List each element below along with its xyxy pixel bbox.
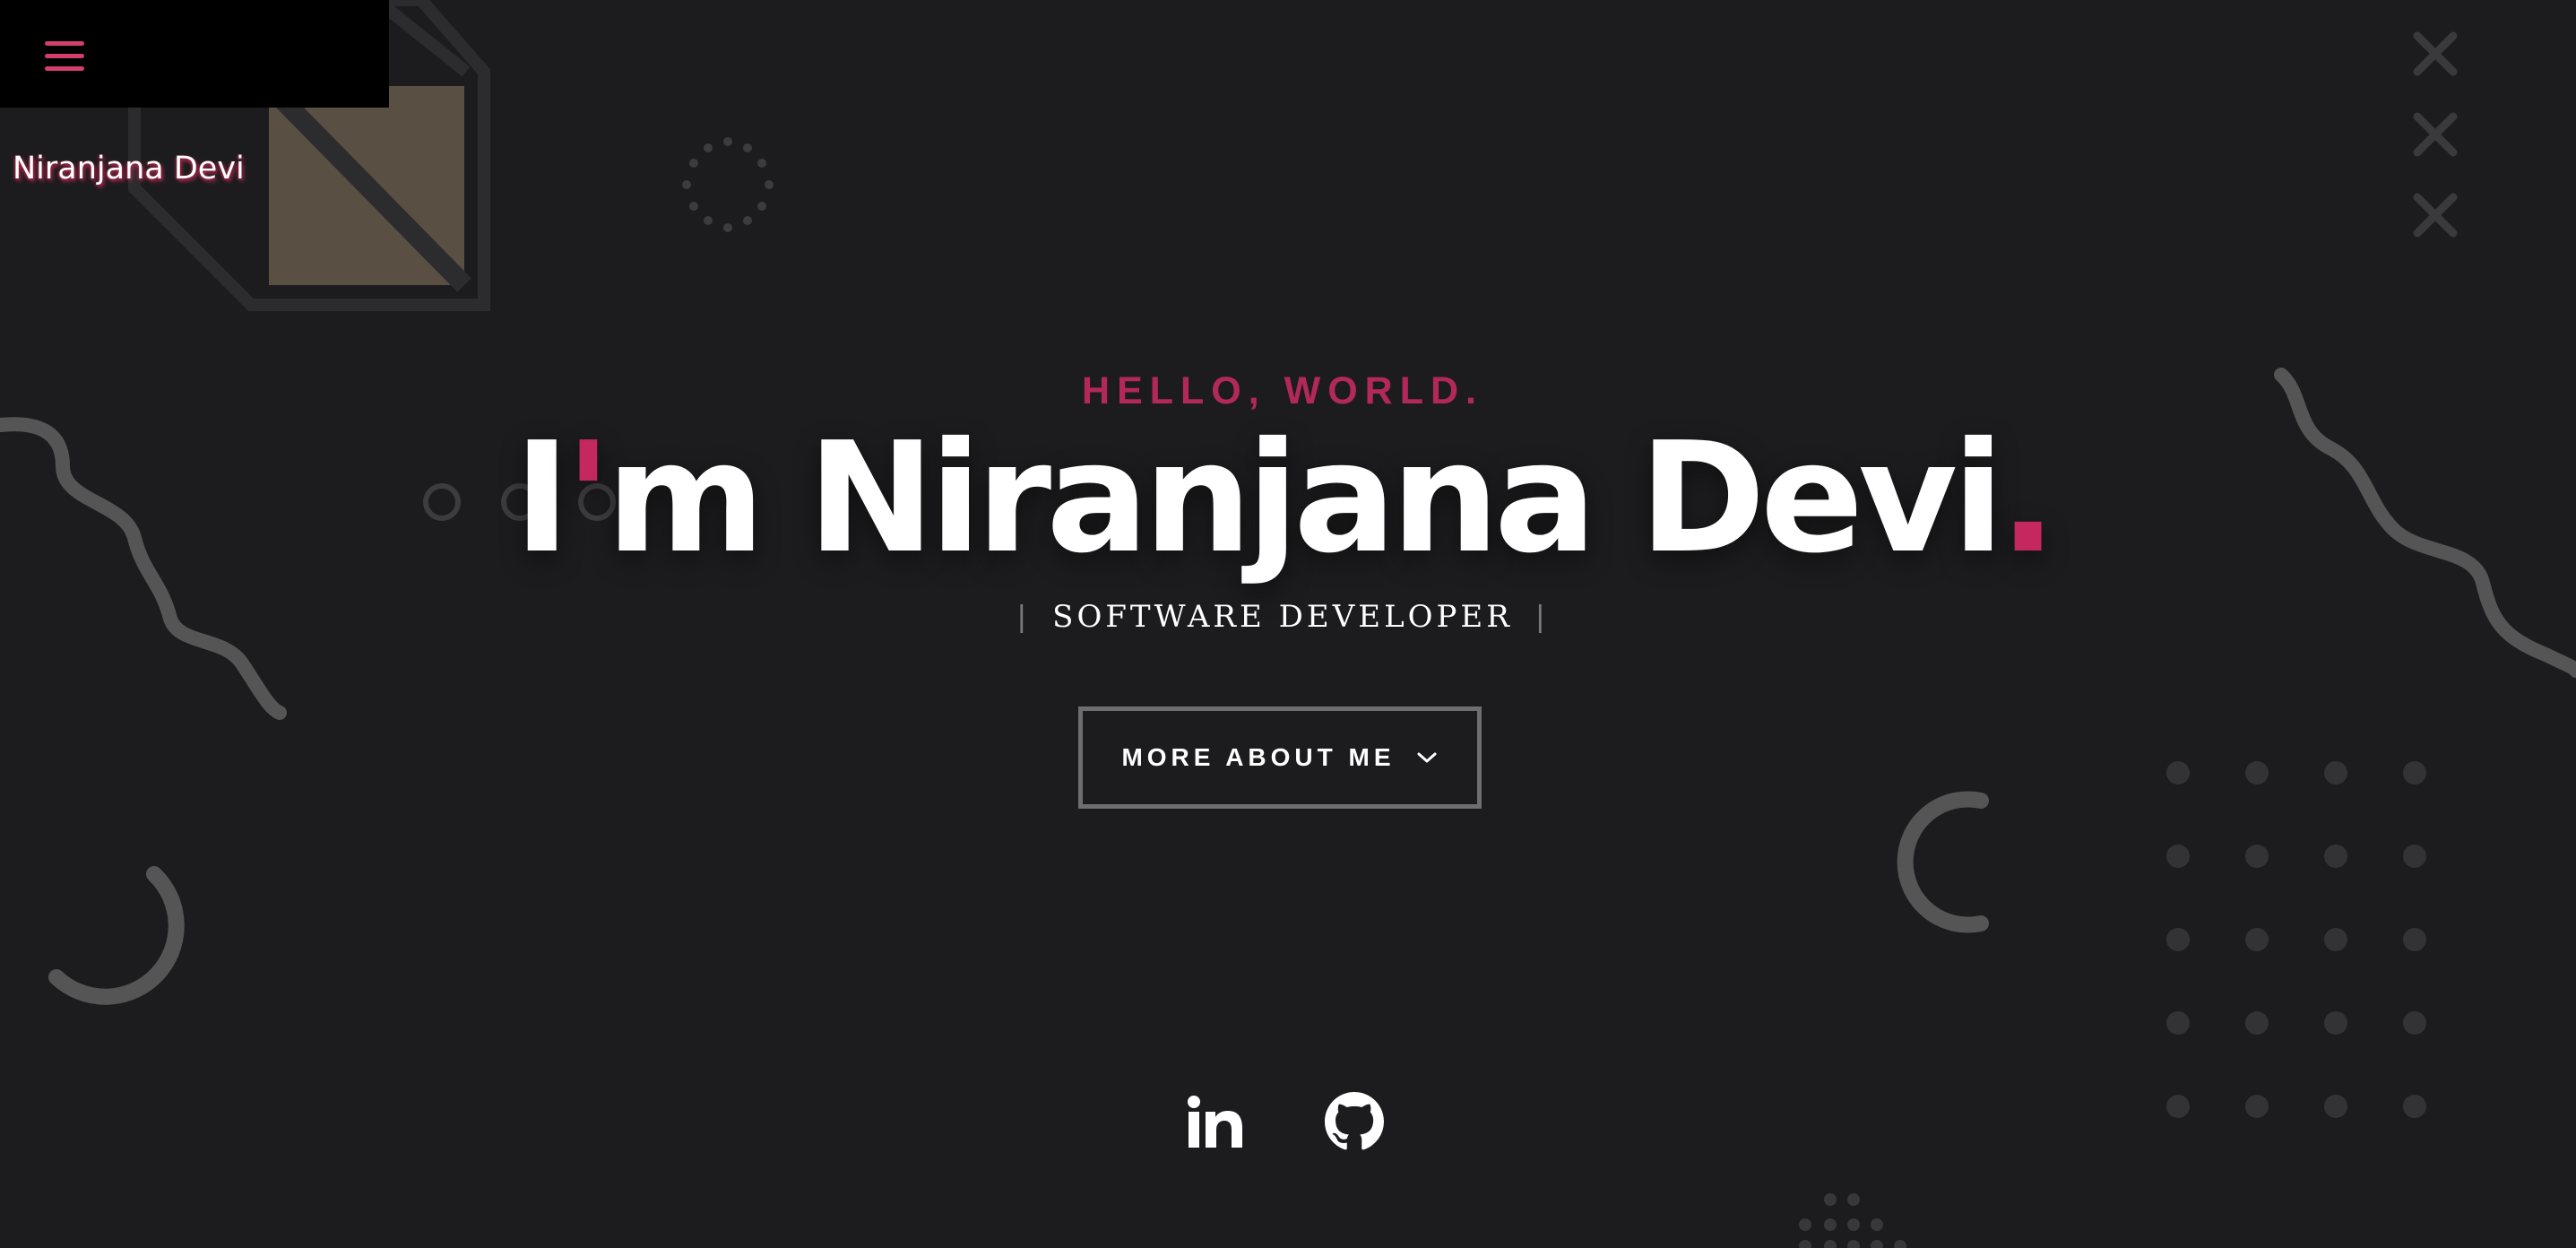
hero-greeting: HELLO, WORLD. [1082, 369, 1483, 412]
hero-section: HELLO, WORLD. I'm Niranjana Devi. | SOFTW… [0, 0, 2576, 1248]
github-icon [1325, 1092, 1384, 1150]
role-separator-left: | [1017, 600, 1030, 634]
linkedin-link[interactable] [1186, 1092, 1245, 1151]
role-text: SOFTWARE DEVELOPER [1052, 599, 1513, 635]
chevron-down-icon [1417, 752, 1437, 763]
hero-role: | SOFTWARE DEVELOPER | [0, 599, 2565, 635]
role-separator-right: | [1535, 600, 1548, 634]
headline-period: . [1999, 410, 2057, 587]
headline-i: I [514, 410, 570, 587]
headline-apostrophe: ' [565, 410, 611, 587]
page: Niranjana Devi HELLO, WORLD. I'm Niranja… [0, 0, 2576, 1248]
headline-name: m Niranjana Devi [606, 410, 2004, 587]
linkedin-icon [1188, 1096, 1242, 1148]
github-link[interactable] [1325, 1092, 1384, 1151]
hero-headline: I'm Niranjana Devi. [0, 409, 2565, 588]
more-about-me-button[interactable]: MORE ABOUT ME [1078, 706, 1482, 809]
more-about-me-label: MORE ABOUT ME [1121, 743, 1396, 771]
